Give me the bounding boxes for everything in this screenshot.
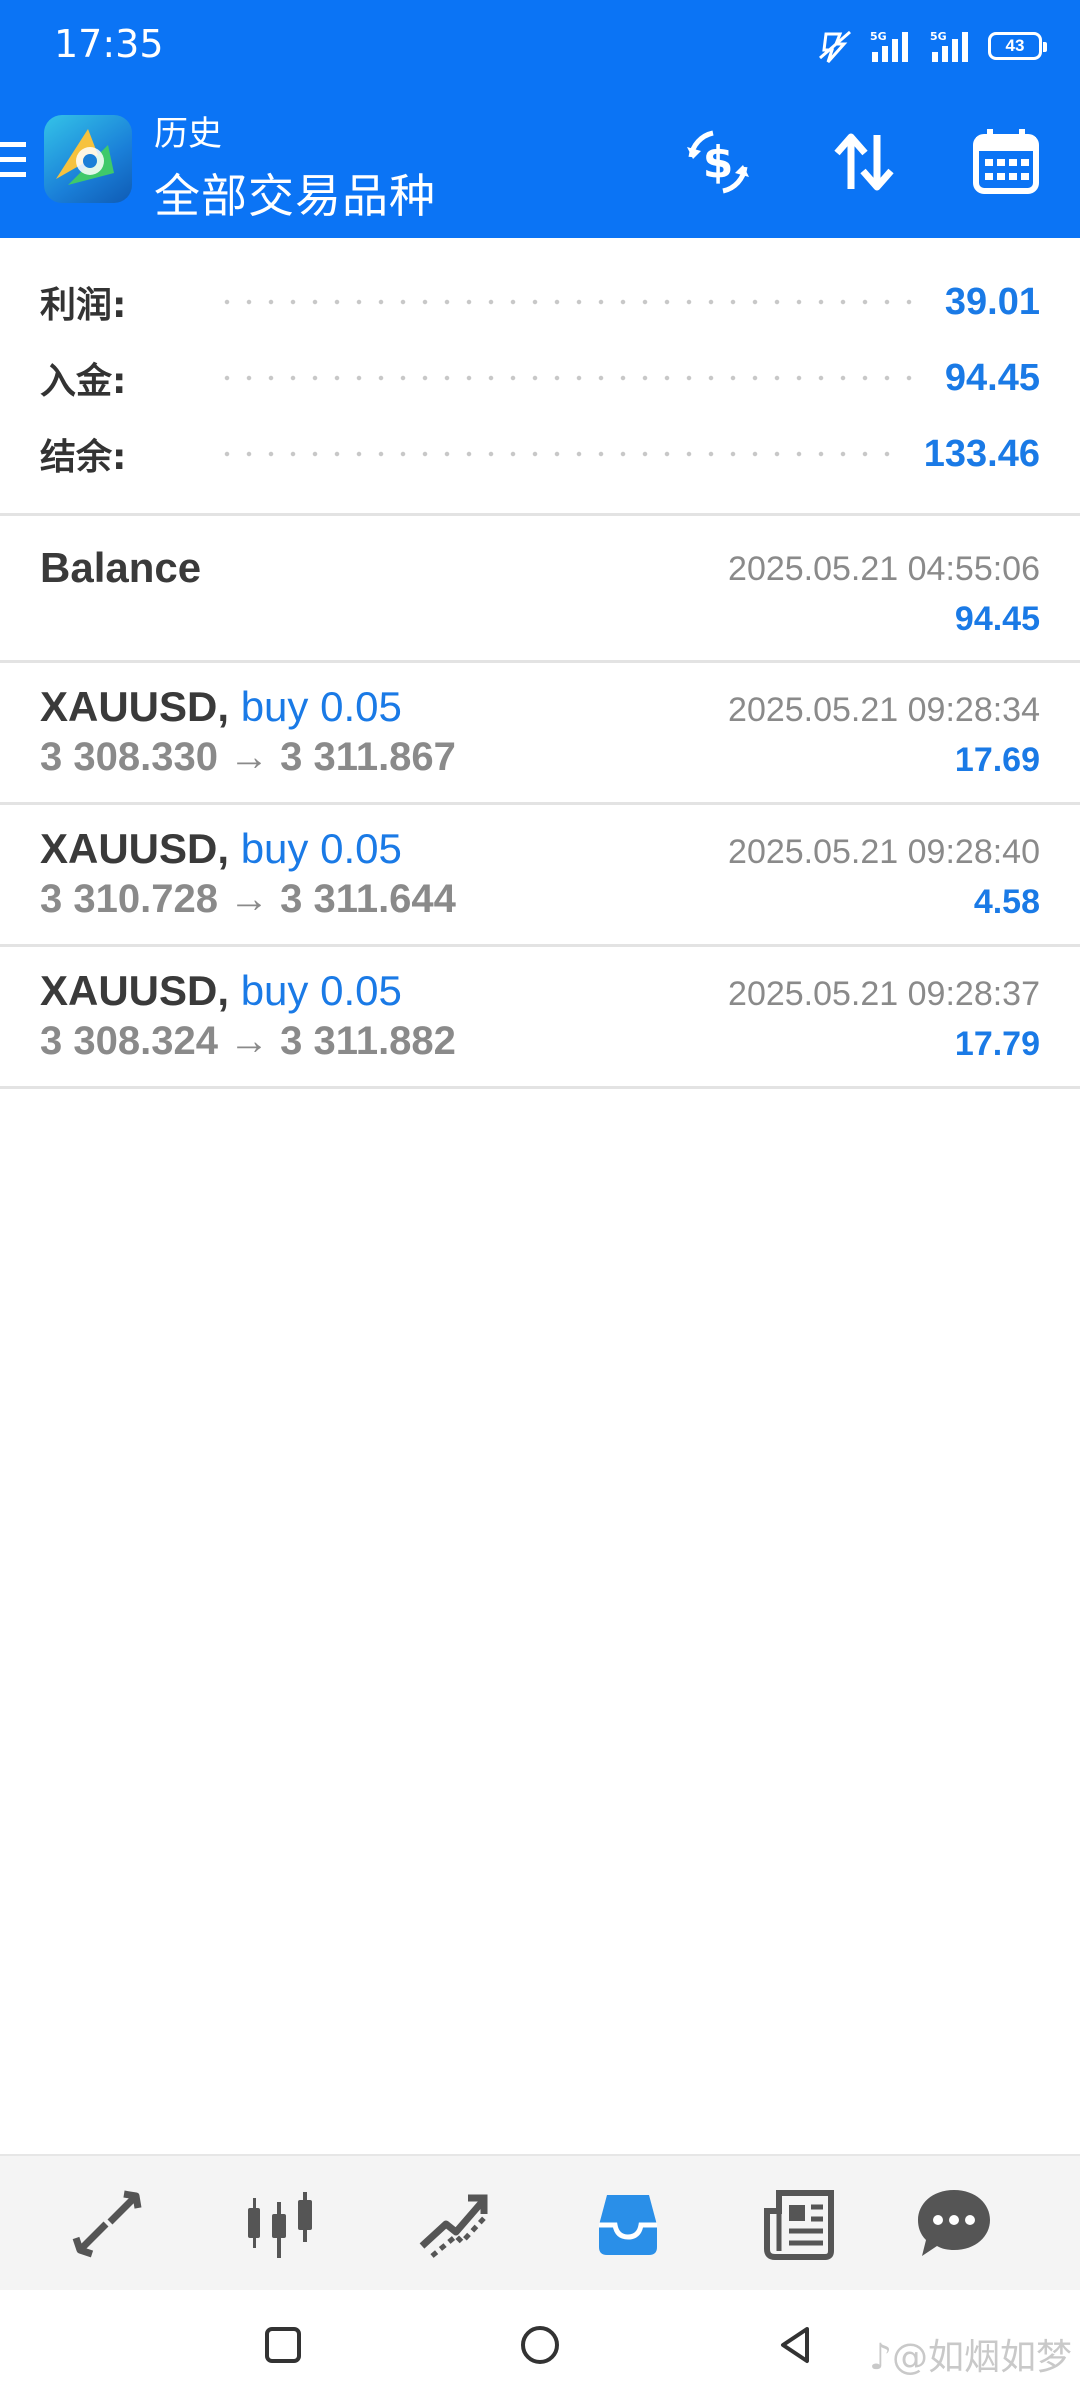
calendar-button[interactable] bbox=[968, 124, 1044, 200]
deal-row[interactable]: XAUUSD, buy 0.05 3 308.330 → 3 311.867 2… bbox=[0, 663, 1080, 805]
deal-row-balance[interactable]: Balance 2025.05.21 04:55:06 94.45 bbox=[0, 516, 1080, 663]
deal-time: 2025.05.21 09:28:34 bbox=[728, 691, 1040, 729]
signal-5g-icon-2: 5G bbox=[930, 30, 968, 62]
system-navigation-bar: ♪@如烟如梦 bbox=[0, 2290, 1080, 2400]
deal-profit: 17.69 bbox=[954, 741, 1040, 779]
deal-title: XAUUSD, buy 0.05 bbox=[40, 825, 402, 873]
trade-icon bbox=[419, 2194, 488, 2258]
triangle-back-icon bbox=[781, 2327, 809, 2363]
account-summary: 利润: 39.01 入金: 94.45 结余: 133.46 bbox=[0, 238, 1080, 516]
app-header: 17:35 5G 5G 43 历史 全部交易品种 $ bbox=[0, 0, 1080, 238]
dotted-leader bbox=[216, 298, 925, 306]
deal-time: 2025.05.21 04:55:06 bbox=[728, 550, 1040, 588]
back-button[interactable] bbox=[770, 2320, 820, 2370]
deal-prices: 3 310.728 → 3 311.644 bbox=[40, 877, 456, 921]
deal-row[interactable]: XAUUSD, buy 0.05 3 308.324 → 3 311.882 2… bbox=[0, 947, 1080, 1089]
deal-time: 2025.05.21 09:28:40 bbox=[728, 833, 1040, 871]
status-icons: 5G 5G 43 bbox=[816, 26, 1047, 66]
sort-button[interactable] bbox=[826, 124, 902, 200]
signal-5g-icon-1: 5G bbox=[870, 30, 908, 62]
deal-prices: 3 308.324 → 3 311.882 bbox=[40, 1019, 456, 1063]
deal-profit: 94.45 bbox=[954, 600, 1040, 638]
battery-icon: 43 bbox=[988, 32, 1047, 60]
quotes-icon bbox=[72, 2190, 142, 2258]
tab-quotes[interactable] bbox=[68, 2184, 148, 2264]
tab-chat[interactable] bbox=[914, 2184, 994, 2264]
recents-button[interactable] bbox=[258, 2320, 308, 2370]
network-label-2: 5G bbox=[930, 30, 947, 43]
chat-icon bbox=[918, 2190, 990, 2256]
deal-title: Balance bbox=[40, 544, 202, 591]
dotted-leader bbox=[216, 374, 925, 382]
bottom-tab-bar bbox=[0, 2154, 1080, 2290]
calendar-icon bbox=[973, 129, 1039, 194]
deal-symbol: XAUUSD, bbox=[40, 825, 230, 872]
currency-exchange-button[interactable]: $ bbox=[680, 124, 756, 200]
tab-trade[interactable] bbox=[414, 2184, 494, 2264]
tab-chart[interactable] bbox=[240, 2184, 320, 2264]
deal-row[interactable]: XAUUSD, buy 0.05 3 310.728 → 3 311.644 2… bbox=[0, 805, 1080, 947]
deal-side: buy 0.05 bbox=[240, 683, 402, 730]
status-time: 17:35 bbox=[54, 22, 164, 66]
deal-symbol: XAUUSD, bbox=[40, 683, 230, 730]
summary-label: 入金: bbox=[40, 361, 127, 402]
page-title-small: 历史 bbox=[154, 115, 222, 153]
network-label-1: 5G bbox=[870, 30, 887, 43]
news-icon bbox=[764, 2190, 834, 2260]
deal-profit: 4.58 bbox=[973, 883, 1040, 921]
menu-icon[interactable] bbox=[0, 140, 30, 180]
sort-icon bbox=[834, 133, 894, 191]
svg-text:$: $ bbox=[703, 137, 734, 188]
square-icon bbox=[265, 2327, 301, 2363]
deal-prices: 3 308.330 → 3 311.867 bbox=[40, 735, 456, 779]
summary-row-profit: 利润: 39.01 bbox=[40, 272, 1040, 332]
summary-row-deposit: 入金: 94.45 bbox=[40, 348, 1040, 408]
deal-title: XAUUSD, buy 0.05 bbox=[40, 967, 402, 1015]
currency-exchange-icon: $ bbox=[687, 130, 749, 194]
deal-profit: 17.79 bbox=[954, 1025, 1040, 1063]
summary-row-balance: 结余: 133.46 bbox=[40, 424, 1040, 484]
summary-value: 94.45 bbox=[944, 356, 1040, 399]
metatrader-logo[interactable] bbox=[44, 115, 132, 203]
summary-value: 39.01 bbox=[944, 280, 1040, 323]
chart-icon bbox=[248, 2192, 312, 2258]
deal-symbol: XAUUSD, bbox=[40, 967, 230, 1014]
deal-side: buy 0.05 bbox=[240, 825, 402, 872]
battery-level: 43 bbox=[1005, 36, 1025, 55]
mute-vibrate-icon bbox=[819, 30, 851, 63]
deal-time: 2025.05.21 09:28:37 bbox=[728, 975, 1040, 1013]
summary-value: 133.46 bbox=[923, 432, 1040, 475]
home-button[interactable] bbox=[515, 2320, 565, 2370]
deal-side: buy 0.05 bbox=[240, 967, 402, 1014]
watermark: ♪@如烟如梦 bbox=[869, 2337, 1072, 2378]
dotted-leader bbox=[216, 450, 904, 458]
circle-icon bbox=[521, 2326, 559, 2364]
deal-title: XAUUSD, buy 0.05 bbox=[40, 683, 402, 731]
symbol-filter-title[interactable]: 全部交易品种 bbox=[154, 160, 436, 226]
tab-news[interactable] bbox=[760, 2184, 840, 2264]
summary-label: 利润: bbox=[40, 285, 127, 326]
history-icon bbox=[599, 2195, 657, 2255]
summary-label: 结余: bbox=[40, 437, 127, 478]
tab-history[interactable] bbox=[588, 2184, 668, 2264]
